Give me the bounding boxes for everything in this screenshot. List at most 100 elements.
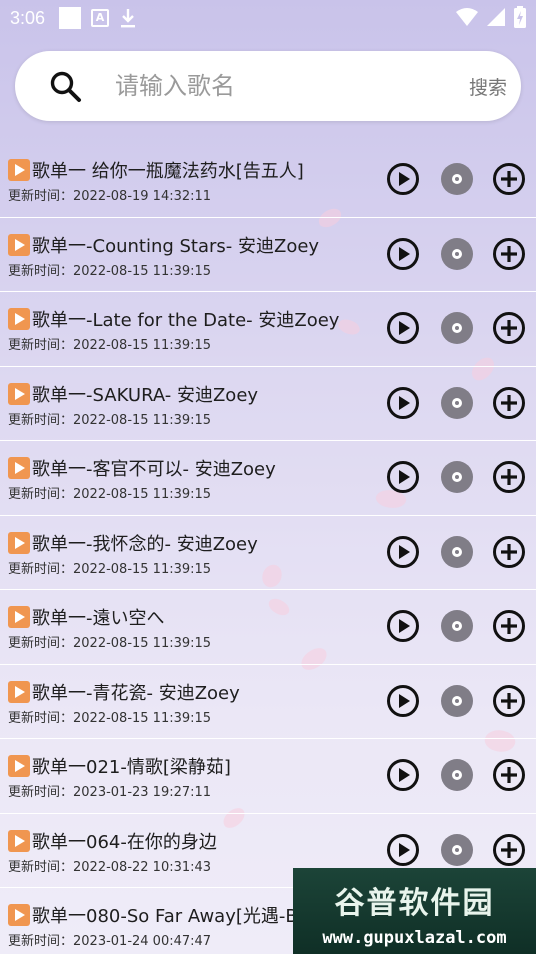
song-update-time: 更新时间：2022-08-15 11:39:15 — [8, 710, 212, 726]
play-button[interactable] — [386, 684, 420, 718]
playlist-icon — [8, 233, 30, 256]
disc-button[interactable] — [440, 162, 474, 196]
add-icon — [493, 386, 525, 419]
song-title: 歌单一-遠い空へ — [32, 608, 165, 629]
add-icon — [493, 759, 525, 791]
add-button[interactable] — [492, 162, 526, 196]
add-icon — [493, 610, 525, 642]
add-button[interactable] — [492, 833, 526, 867]
disc-button[interactable] — [440, 460, 474, 494]
song-title: 歌单一-Late for the Date- 安迪Zoey — [32, 310, 340, 331]
song-title: 歌单一080-So Far Away[光遇-Bl — [32, 906, 303, 927]
song-title-line: 歌单一021-情歌[梁静茹] — [8, 753, 378, 779]
disc-button[interactable] — [440, 535, 474, 569]
play-icon — [387, 461, 419, 493]
add-button[interactable] — [492, 684, 526, 718]
disc-button[interactable] — [440, 833, 474, 867]
song-list: 歌单一 给你一瓶魔法药水[告五人] 更新时间：2022-08-19 14:32:… — [0, 143, 536, 954]
wifi-icon — [456, 8, 478, 26]
play-button[interactable] — [386, 758, 420, 792]
download-icon — [121, 9, 136, 28]
song-title: 歌单一 给你一瓶魔法药水[告五人] — [32, 161, 304, 182]
play-icon — [387, 237, 419, 270]
watermark-url: www.gupuxlazal.com — [322, 928, 507, 948]
song-title: 歌单一-我怀念的- 安迪Zoey — [32, 533, 258, 555]
song-title: 歌单一-Counting Stars- 安迪Zoey — [32, 235, 320, 257]
add-button[interactable] — [492, 535, 526, 569]
song-update-time: 更新时间：2022-08-15 11:39:15 — [8, 338, 212, 353]
song-title-line: 歌单一-青花瓷- 安迪Zoey — [8, 679, 378, 705]
song-row[interactable]: 歌单一-SAKURA- 安迪Zoey 更新时间：2022-08-15 11:39… — [0, 367, 536, 441]
play-button[interactable] — [386, 237, 420, 271]
playlist-icon — [8, 606, 30, 628]
add-button[interactable] — [492, 609, 526, 643]
song-row[interactable]: 歌单一-客官不可以- 安迪Zoey 更新时间：2022-08-15 11:39:… — [0, 441, 536, 516]
battery-icon — [514, 6, 526, 28]
song-row[interactable]: 歌单一-Late for the Date- 安迪Zoey 更新时间：2022-… — [0, 292, 536, 367]
search-icon[interactable] — [49, 70, 83, 104]
song-update-time: 更新时间：2022-08-15 11:39:15 — [8, 487, 212, 502]
song-update-time: 更新时间：2022-08-15 11:39:15 — [8, 263, 212, 279]
disc-button[interactable] — [440, 311, 474, 345]
disc-icon — [441, 610, 473, 642]
play-button[interactable] — [386, 535, 420, 569]
add-icon — [493, 237, 525, 270]
add-icon — [493, 535, 525, 568]
add-button[interactable] — [492, 758, 526, 792]
song-row[interactable]: 歌单一021-情歌[梁静茹] 更新时间：2023-01-23 19:27:11 — [0, 739, 536, 814]
play-icon — [387, 312, 419, 344]
song-title: 歌单一-SAKURA- 安迪Zoey — [32, 384, 259, 406]
disc-button[interactable] — [440, 684, 474, 718]
add-button[interactable] — [492, 237, 526, 271]
disc-icon — [441, 312, 473, 344]
add-icon — [493, 684, 525, 717]
square-notification-icon — [59, 7, 82, 29]
song-title: 歌单一-客官不可以- 安迪Zoey — [32, 459, 276, 480]
a-notification-icon: A — [91, 9, 110, 27]
song-title-line: 歌单一064-在你的身边 — [8, 828, 378, 854]
playlist-icon — [8, 308, 30, 330]
play-button[interactable] — [386, 386, 420, 420]
disc-icon — [441, 163, 473, 195]
play-button[interactable] — [386, 609, 420, 643]
song-title: 歌单一021-情歌[梁静茹] — [32, 757, 231, 778]
playlist-icon — [8, 531, 30, 554]
song-row[interactable]: 歌单一 给你一瓶魔法药水[告五人] 更新时间：2022-08-19 14:32:… — [0, 143, 536, 218]
play-button[interactable] — [386, 162, 420, 196]
play-icon — [387, 610, 419, 642]
watermark: 谷普软件园 www.gupuxlazal.com — [293, 868, 536, 954]
play-button[interactable] — [386, 833, 420, 867]
disc-icon — [441, 759, 473, 791]
song-row[interactable]: 歌单一-我怀念的- 安迪Zoey 更新时间：2022-08-15 11:39:1… — [0, 516, 536, 590]
search-input[interactable] — [115, 64, 445, 108]
add-button[interactable] — [492, 460, 526, 494]
search-button[interactable]: 搜索 — [469, 73, 507, 100]
song-title-line: 歌单一 给你一瓶魔法药水[告五人] — [8, 157, 378, 183]
song-title: 歌单一-青花瓷- 安迪Zoey — [32, 682, 240, 704]
status-bar: 3:06 A — [0, 0, 536, 36]
song-row[interactable]: 歌单一-Counting Stars- 安迪Zoey 更新时间：2022-08-… — [0, 218, 536, 292]
disc-button[interactable] — [440, 609, 474, 643]
song-title-line: 歌单一-Late for the Date- 安迪Zoey — [8, 306, 378, 332]
disc-button[interactable] — [440, 386, 474, 420]
disc-button[interactable] — [440, 758, 474, 792]
add-icon — [493, 163, 525, 195]
song-row[interactable]: 歌单一-青花瓷- 安迪Zoey 更新时间：2022-08-15 11:39:15 — [0, 665, 536, 739]
play-button[interactable] — [386, 311, 420, 345]
disc-button[interactable] — [440, 237, 474, 271]
playlist-icon — [8, 159, 30, 181]
add-button[interactable] — [492, 311, 526, 345]
disc-icon — [441, 237, 473, 270]
disc-icon — [441, 461, 473, 493]
play-button[interactable] — [386, 460, 420, 494]
playlist-icon — [8, 755, 30, 777]
playlist-icon — [8, 680, 30, 703]
disc-icon — [441, 535, 473, 568]
song-row[interactable]: 歌单一-遠い空へ 更新时间：2022-08-15 11:39:15 — [0, 590, 536, 665]
song-title: 歌单一064-在你的身边 — [32, 831, 217, 853]
status-time: 3:06 — [10, 7, 46, 28]
add-button[interactable] — [492, 386, 526, 420]
song-title-line: 歌单一-客官不可以- 安迪Zoey — [8, 455, 378, 481]
song-update-time: 更新时间：2022-08-15 11:39:15 — [8, 412, 212, 428]
song-title-line: 歌单一-我怀念的- 安迪Zoey — [8, 530, 378, 556]
